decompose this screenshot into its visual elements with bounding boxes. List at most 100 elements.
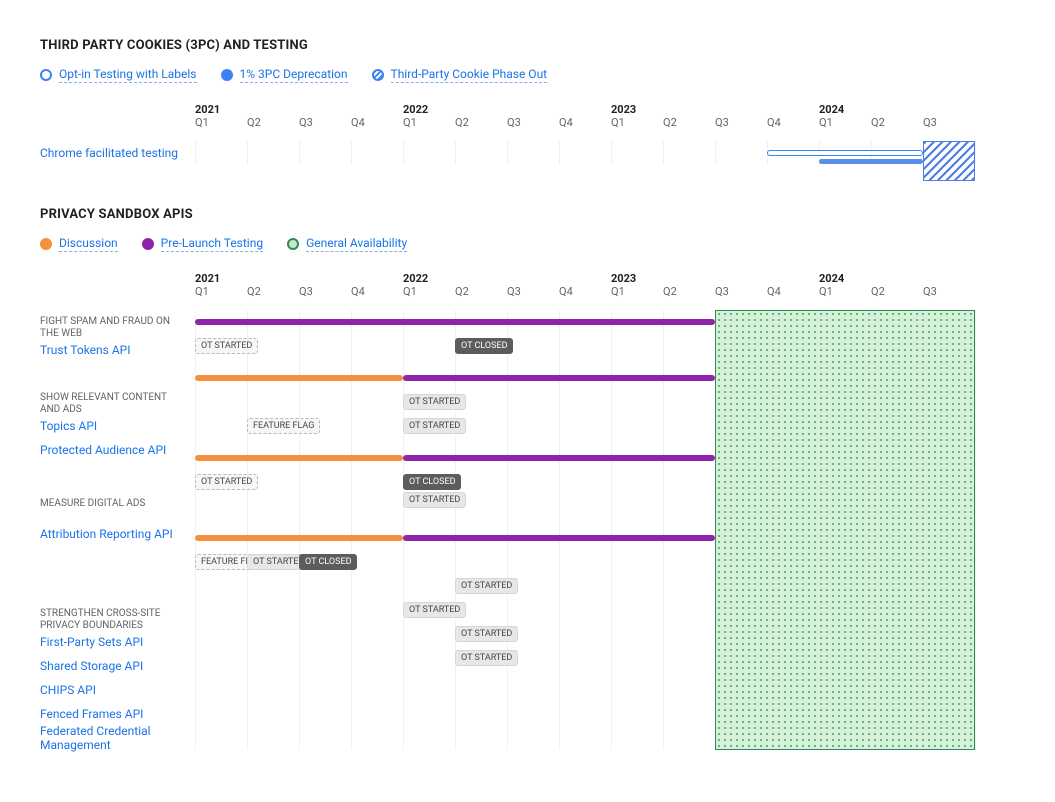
row-label[interactable]: First-Party Sets API (40, 630, 185, 654)
api-link[interactable]: Federated Credential Management (40, 724, 181, 752)
api-link[interactable]: Chrome facilitated testing (40, 146, 178, 160)
timeline-row: FEATURE FLAGOT STARTEDOT CLOSED (195, 550, 975, 574)
year-label: 2022 (403, 272, 611, 285)
api-link[interactable]: First-Party Sets API (40, 635, 143, 649)
milestone-pill: OT STARTED (195, 338, 258, 354)
row-label[interactable]: Attribution Reporting API (40, 514, 185, 554)
row-label: MEASURE DIGITAL ADS (40, 490, 185, 514)
year-label: 2021 (195, 272, 403, 285)
section-title: PRIVACY SANDBOX APIs (40, 207, 1015, 222)
milestone-pill: FEATURE FLAG (247, 418, 320, 434)
legend-item[interactable]: Discussion (40, 236, 118, 252)
row-label: STRENGTHEN CROSS-SITE PRIVACY BOUNDARIES (40, 606, 185, 630)
legend-label[interactable]: Third-Party Cookie Phase Out (391, 67, 548, 83)
year-label: 2024 (819, 272, 975, 285)
row-label (40, 362, 185, 386)
quarter-label: Q2 (663, 116, 715, 129)
legend-swatch (372, 69, 384, 81)
timeline-row: OT STARTED (195, 574, 975, 598)
labels-col: Chrome facilitated testing (40, 141, 185, 165)
quarter-label: Q1 (611, 285, 663, 298)
legend-item[interactable]: General Availability (287, 236, 407, 252)
legend-swatch (142, 238, 154, 250)
row-label: SHOW RELEVANT CONTENT AND ADS (40, 390, 185, 414)
year-label: 2023 (611, 103, 819, 116)
quarter-label: Q3 (715, 116, 767, 129)
legend-item[interactable]: Pre-Launch Testing (142, 236, 263, 252)
api-link[interactable]: Topics API (40, 419, 97, 433)
quarter-label: Q2 (871, 116, 923, 129)
milestone-pill: OT CLOSED (299, 554, 357, 570)
bar (403, 535, 715, 541)
timeline-row: OT STARTEDOT CLOSEDOT STARTED (195, 470, 975, 510)
row-label[interactable]: Federated Credential Management (40, 726, 185, 750)
bar (195, 319, 715, 325)
api-link[interactable]: Trust Tokens API (40, 343, 130, 357)
row-label[interactable]: Fenced Frames API (40, 702, 185, 726)
quarter-label: Q4 (767, 285, 819, 298)
legend-label[interactable]: Pre-Launch Testing (161, 236, 263, 252)
quarter-label: Q1 (195, 285, 247, 298)
legend-swatch (40, 69, 52, 81)
legend-swatch (287, 238, 299, 250)
row-label[interactable]: CHIPS API (40, 678, 185, 702)
timeline-body: OT STARTEDOT CLOSEDOT STARTEDFEATURE FLA… (195, 310, 975, 750)
row-label[interactable]: Protected Audience API (40, 438, 185, 462)
row-label[interactable]: Topics API (40, 414, 185, 438)
api-link[interactable]: CHIPS API (40, 683, 96, 697)
quarter-label: Q2 (663, 285, 715, 298)
quarter-label: Q2 (455, 116, 507, 129)
legend-label[interactable]: Opt-in Testing with Labels (59, 67, 197, 83)
chart: 2021202220232024Q1Q2Q3Q4Q1Q2Q3Q4Q1Q2Q3Q4… (40, 103, 1015, 165)
legend-item[interactable]: 1% 3PC Deprecation (221, 67, 348, 83)
milestone-pill: OT STARTED (195, 474, 258, 490)
gridline (975, 141, 976, 165)
quarter-label: Q4 (351, 285, 403, 298)
quarter-label: Q3 (507, 285, 559, 298)
legend-label[interactable]: 1% 3PC Deprecation (240, 67, 348, 83)
timeline-row: OT STARTED (195, 646, 975, 670)
timeline-row (195, 438, 975, 446)
quarter-label: Q3 (299, 285, 351, 298)
milestone-pill: OT STARTED (455, 626, 518, 642)
row-label[interactable]: Shared Storage API (40, 654, 185, 678)
category-heading: MEASURE DIGITAL ADS (40, 498, 145, 511)
row-label[interactable]: Chrome facilitated testing (40, 141, 185, 165)
row-label: FIGHT SPAM AND FRAUD ON THE WEB (40, 314, 185, 338)
bar (403, 375, 715, 381)
timeline-row (195, 141, 975, 165)
quarter-label: Q1 (403, 116, 455, 129)
milestone-pill: OT STARTED (403, 418, 466, 434)
quarter-label: Q1 (819, 285, 871, 298)
bar (195, 375, 403, 381)
api-link[interactable]: Protected Audience API (40, 443, 166, 457)
year-label: 2024 (819, 103, 975, 116)
timeline-row (195, 366, 975, 390)
timeline-row: FEATURE FLAG OT STARTED (195, 414, 975, 438)
legend-item[interactable]: Opt-in Testing with Labels (40, 67, 197, 83)
quarter-label: Q3 (715, 285, 767, 298)
milestone-pill: OT CLOSED (455, 338, 513, 354)
quarter-label: Q3 (299, 116, 351, 129)
category-heading: STRENGTHEN CROSS-SITE PRIVACY BOUNDARIES (40, 608, 181, 633)
api-link[interactable]: Attribution Reporting API (40, 527, 173, 541)
quarter-label: Q4 (351, 116, 403, 129)
legend-item[interactable]: Third-Party Cookie Phase Out (372, 67, 548, 83)
legend-label[interactable]: General Availability (306, 236, 407, 252)
section-title: THIRD PARTY COOKIES (3PC) AND TESTING (40, 38, 1015, 53)
quarter-label: Q2 (455, 285, 507, 298)
api-link[interactable]: Fenced Frames API (40, 707, 143, 721)
milestone-pill: OT STARTED (455, 578, 518, 594)
row-label (40, 554, 185, 578)
row-label[interactable]: Trust Tokens API (40, 338, 185, 362)
timeline-row (195, 310, 975, 334)
legend-swatch (221, 69, 233, 81)
year-label: 2021 (195, 103, 403, 116)
timeline-row: OT STARTED (195, 390, 975, 414)
api-link[interactable]: Shared Storage API (40, 659, 143, 673)
quarter-label: Q3 (923, 285, 975, 298)
timeline-row (195, 446, 975, 470)
legend-label[interactable]: Discussion (59, 236, 118, 252)
legend: Opt-in Testing with Labels 1% 3PC Depreca… (40, 67, 1015, 83)
timeline-row (195, 358, 975, 366)
